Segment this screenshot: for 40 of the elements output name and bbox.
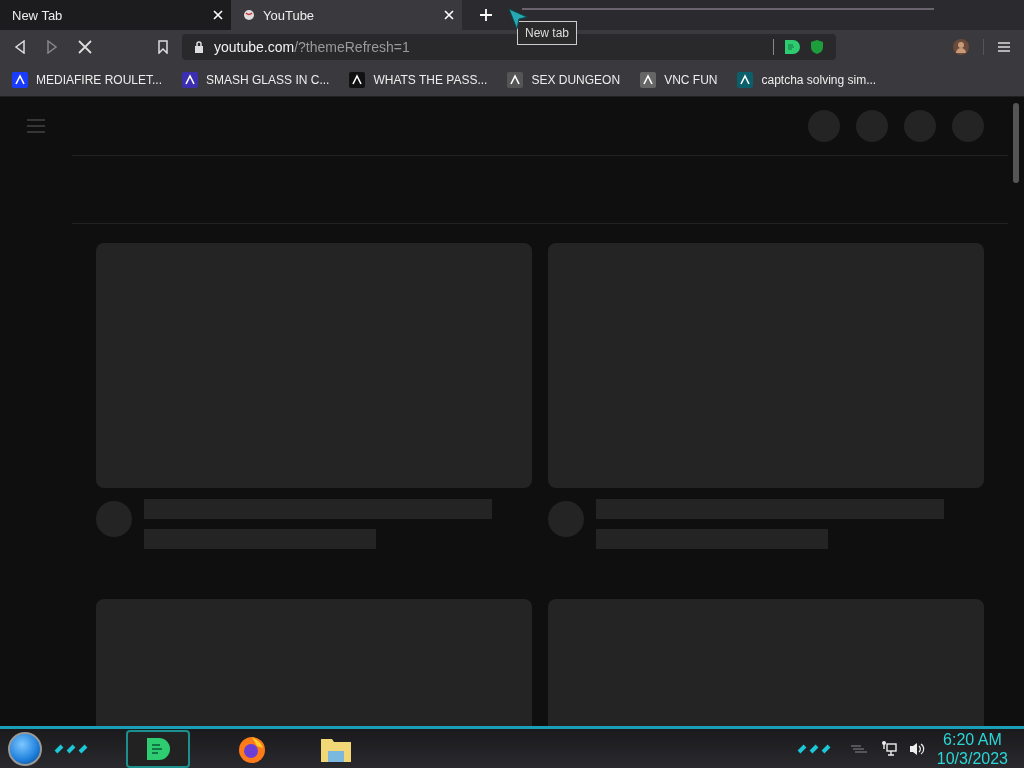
taskbar-app[interactable]	[126, 729, 190, 768]
network-icon[interactable]	[880, 740, 897, 757]
bookmark-item[interactable]: MEDIAFIRE ROULET...	[12, 72, 163, 88]
globe-icon	[243, 9, 255, 21]
close-icon[interactable]	[213, 10, 223, 20]
lock-icon	[194, 41, 204, 53]
site-icon	[12, 72, 28, 88]
clock-date: 10/3/2023	[936, 748, 1008, 768]
back-icon[interactable]	[14, 40, 26, 54]
site-icon	[507, 72, 524, 88]
shield-icon[interactable]	[810, 39, 824, 55]
start-button[interactable]	[8, 731, 42, 766]
chat-icon[interactable]	[784, 39, 800, 55]
stop-icon[interactable]	[78, 40, 92, 54]
close-icon[interactable]	[444, 10, 454, 20]
site-icon	[640, 72, 657, 88]
tab-title: YouTube	[263, 7, 316, 23]
chat-icon	[145, 736, 171, 761]
volume-icon[interactable]	[908, 740, 925, 757]
site-icon	[349, 72, 366, 88]
bookmark-item[interactable]: SEX DUNGEON	[507, 72, 621, 88]
site-icon	[737, 72, 754, 88]
tooltip: New tab	[517, 21, 578, 45]
browser-tab[interactable]: New Tab	[0, 0, 231, 30]
site-icon	[182, 72, 199, 88]
bookmark-icon[interactable]	[158, 40, 168, 54]
bookmark-item[interactable]: WHATS THE PASS...	[349, 72, 488, 88]
tab-title: New Tab	[12, 7, 64, 23]
url-text: youtube.com/?themeRefresh=1	[214, 39, 411, 55]
bookmark-item[interactable]: SMASH GLASS IN C...	[182, 72, 330, 88]
browser-tab[interactable]: YouTube	[231, 0, 462, 30]
bookmark-item[interactable]: VNC FUN	[640, 72, 718, 88]
forward-icon[interactable]	[46, 40, 58, 54]
cursor-icon	[508, 8, 528, 30]
new-tab-icon[interactable]	[480, 9, 492, 21]
avatar-icon[interactable]	[953, 39, 969, 55]
scrollbar-thumb[interactable]	[1013, 103, 1019, 183]
clock[interactable]: 6:20 AM 10/3/2023	[936, 729, 1016, 768]
clock-time: 6:20 AM	[943, 729, 1002, 749]
bookmark-item[interactable]: captcha solving sim...	[737, 72, 877, 88]
